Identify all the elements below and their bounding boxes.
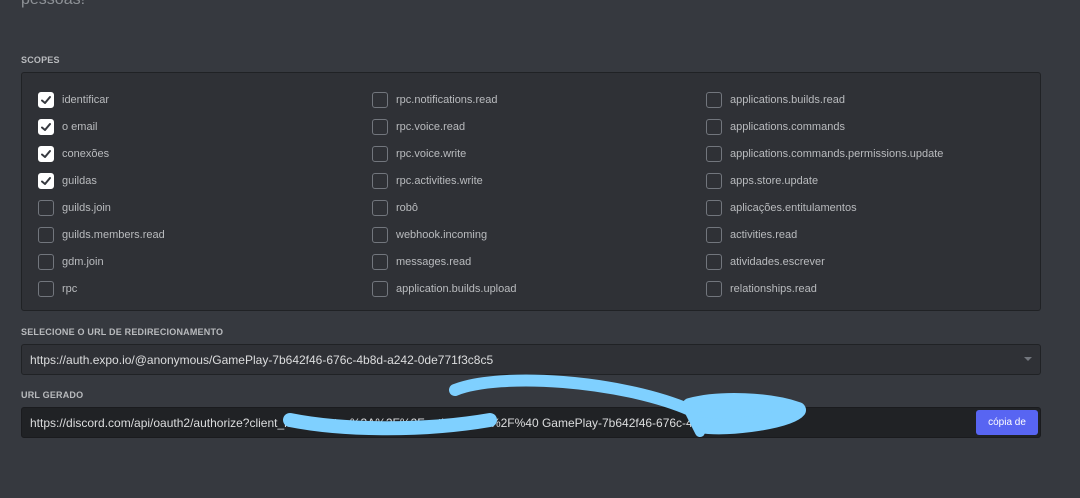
scope-label: rpc.notifications.read [396,93,498,106]
scope-item[interactable]: guildas [38,167,372,194]
checkmark-icon [41,95,51,104]
scope-label: webhook.incoming [396,228,488,241]
checkmark-icon [41,122,51,131]
generated-url-text: https://discord.com/api/oauth2/authorize… [30,416,747,430]
scopes-grid: identificar o email conexões guildas guilds.… [38,86,1006,302]
scope-label: activities.read [730,228,798,241]
checkbox[interactable] [706,145,722,162]
checkbox[interactable] [372,145,388,162]
redirect-url-select[interactable]: https://auth.expo.io/@anonymous/GamePlay… [21,344,1041,375]
scope-label: relationships.read [730,282,817,295]
scope-label: applications.commands [730,120,845,133]
scope-label: rpc.voice.write [396,147,467,160]
scope-item[interactable]: gdm.join [38,248,372,275]
checkbox-checked[interactable] [38,91,54,108]
scope-item[interactable]: relationships.read [706,275,1006,302]
scope-label: applications.builds.read [730,93,845,106]
checkbox[interactable] [38,253,54,270]
checkbox[interactable] [372,91,388,108]
scope-item[interactable]: guilds.join [38,194,372,221]
checkbox[interactable] [706,199,722,216]
scope-label: rpc [62,282,78,295]
scope-label: gdm.join [62,255,104,268]
scope-item[interactable]: rpc.activities.write [372,167,706,194]
scope-label: identificar [62,93,110,106]
scope-item[interactable]: atividades.escrever [706,248,1006,275]
scope-item[interactable]: conexões [38,140,372,167]
redirect-label: SELECIONE O URL DE REDIRECIONAMENTO [21,327,224,337]
scope-label: guilds.members.read [62,228,165,241]
checkbox[interactable] [38,280,54,297]
scope-item[interactable]: rpc.voice.write [372,140,706,167]
scopes-panel: identificar o email conexões guildas guilds.… [21,72,1041,311]
checkbox[interactable] [706,226,722,243]
scope-item[interactable]: o email [38,113,372,140]
checkbox[interactable] [372,199,388,216]
redirect-url-value: https://auth.expo.io/@anonymous/GamePlay… [30,352,494,367]
intro-text: pessoas! [21,0,85,10]
scope-item[interactable]: applications.commands [706,113,1006,140]
scope-label: rpc.activities.write [396,174,483,187]
generated-url-label: URL GERADO [21,390,84,400]
scope-label: messages.read [396,255,472,268]
checkmark-icon [41,149,51,158]
scopes-label: SCOPES [21,55,60,65]
scope-label: robô [396,201,419,214]
scope-item[interactable]: robô [372,194,706,221]
checkbox[interactable] [372,280,388,297]
checkmark-icon [41,176,51,185]
scope-label: o email [62,120,98,133]
oauth2-url-generator: pessoas! SCOPES identificar o email conexõ… [0,0,1080,498]
scope-label: atividades.escrever [730,255,825,268]
scope-label: applications.commands.permissions.update [730,147,944,160]
scope-label: apps.store.update [730,174,819,187]
scope-item[interactable]: applications.builds.read [706,86,1006,113]
scope-item[interactable]: application.builds.upload [372,275,706,302]
scope-item[interactable]: rpc.notifications.read [372,86,706,113]
checkbox[interactable] [706,91,722,108]
scope-label: rpc.voice.read [396,120,466,133]
scope-label: application.builds.upload [396,282,517,295]
scope-item[interactable]: rpc [38,275,372,302]
checkbox[interactable] [372,253,388,270]
scope-item[interactable]: webhook.incoming [372,221,706,248]
checkbox[interactable] [372,226,388,243]
scope-item[interactable]: activities.read [706,221,1006,248]
checkbox[interactable] [706,253,722,270]
checkbox-checked[interactable] [38,145,54,162]
scope-item[interactable]: rpc.voice.read [372,113,706,140]
scope-item[interactable]: applications.commands.permissions.update [706,140,1006,167]
scope-item[interactable]: apps.store.update [706,167,1006,194]
scope-item[interactable]: identificar [38,86,372,113]
chevron-down-icon [1024,357,1032,361]
scope-item[interactable]: guilds.members.read [38,221,372,248]
scope-label: conexões [62,147,110,160]
scope-label: guildas [62,174,97,187]
checkbox[interactable] [706,172,722,189]
checkbox[interactable] [706,280,722,297]
checkbox[interactable] [706,118,722,135]
scope-label: guilds.join [62,201,111,214]
scope-item[interactable]: messages.read [372,248,706,275]
scope-item[interactable]: aplicações.entitulamentos [706,194,1006,221]
copy-button[interactable]: cópia de [976,410,1038,435]
checkbox[interactable] [38,199,54,216]
checkbox[interactable] [38,226,54,243]
scope-label: aplicações.entitulamentos [730,201,857,214]
checkbox-checked[interactable] [38,118,54,135]
checkbox[interactable] [372,172,388,189]
generated-url-field[interactable]: https://discord.com/api/oauth2/authorize… [21,407,1041,438]
checkbox-checked[interactable] [38,172,54,189]
checkbox[interactable] [372,118,388,135]
